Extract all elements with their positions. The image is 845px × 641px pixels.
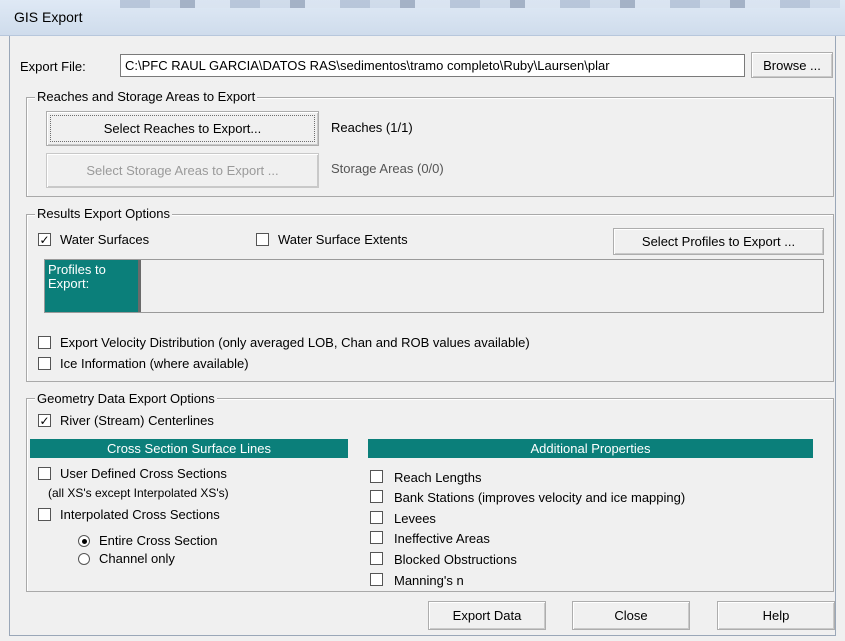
export-file-input[interactable]: C:\PFC RAUL GARCIA\DATOS RAS\sedimentos\…	[120, 54, 745, 77]
export-velocity-checkbox[interactable]	[38, 336, 51, 349]
levees-label: Levees	[394, 511, 436, 526]
check-icon: ✓	[39, 413, 50, 428]
levees-checkbox[interactable]	[370, 511, 383, 524]
reaches-group-legend: Reaches and Storage Areas to Export	[35, 89, 258, 104]
user-defined-xs-label: User Defined Cross Sections	[60, 466, 227, 481]
help-button[interactable]: Help	[717, 601, 835, 630]
entire-cross-section-label: Entire Cross Section	[99, 533, 218, 548]
select-profiles-button[interactable]: Select Profiles to Export ...	[613, 228, 824, 255]
channel-only-radio[interactable]	[78, 553, 90, 565]
additional-properties-header: Additional Properties	[368, 439, 813, 458]
select-storage-areas-button[interactable]: Select Storage Areas to Export ...	[46, 153, 319, 188]
ice-information-label: Ice Information (where available)	[60, 356, 249, 371]
export-file-label: Export File:	[20, 59, 86, 74]
cross-section-header: Cross Section Surface Lines	[30, 439, 348, 458]
user-defined-xs-sublabel: (all XS's except Interpolated XS's)	[48, 486, 229, 500]
export-velocity-label: Export Velocity Distribution (only avera…	[60, 335, 530, 350]
mannings-n-label: Manning's n	[394, 573, 464, 588]
water-surface-extents-checkbox[interactable]	[256, 233, 269, 246]
bank-stations-checkbox[interactable]	[370, 490, 383, 503]
export-data-button[interactable]: Export Data	[428, 601, 546, 630]
storage-areas-status: Storage Areas (0/0)	[331, 161, 444, 176]
results-group-legend: Results Export Options	[35, 206, 172, 221]
user-defined-xs-checkbox[interactable]	[38, 467, 51, 480]
ineffective-areas-checkbox[interactable]	[370, 531, 383, 544]
water-surfaces-label: Water Surfaces	[60, 232, 150, 247]
background-window-strip	[120, 0, 840, 8]
ineffective-areas-label: Ineffective Areas	[394, 531, 490, 546]
geometry-group-legend: Geometry Data Export Options	[35, 391, 217, 406]
centerlines-checkbox[interactable]: ✓	[38, 414, 51, 427]
window-title: GIS Export	[14, 9, 83, 25]
blocked-obstructions-checkbox[interactable]	[370, 552, 383, 565]
channel-only-label: Channel only	[99, 551, 175, 566]
water-surfaces-checkbox[interactable]: ✓	[38, 233, 51, 246]
profiles-to-export-label: Profiles to Export:	[45, 260, 141, 312]
close-button[interactable]: Close	[572, 601, 690, 630]
reach-lengths-label: Reach Lengths	[394, 470, 482, 485]
reaches-status: Reaches (1/1)	[331, 120, 413, 135]
ice-information-checkbox[interactable]	[38, 357, 51, 370]
mannings-n-checkbox[interactable]	[370, 573, 383, 586]
centerlines-label: River (Stream) Centerlines	[60, 413, 214, 428]
browse-button[interactable]: Browse ...	[751, 52, 833, 78]
profiles-list[interactable]	[44, 259, 824, 313]
blocked-obstructions-label: Blocked Obstructions	[394, 552, 517, 567]
water-surface-extents-label: Water Surface Extents	[278, 232, 408, 247]
reach-lengths-checkbox[interactable]	[370, 470, 383, 483]
select-reaches-button[interactable]: Select Reaches to Export...	[46, 111, 319, 146]
entire-cross-section-radio[interactable]	[78, 535, 90, 547]
radio-dot	[81, 538, 87, 544]
interpolated-xs-label: Interpolated Cross Sections	[60, 507, 220, 522]
interpolated-xs-checkbox[interactable]	[38, 508, 51, 521]
check-icon: ✓	[39, 232, 50, 247]
select-reaches-button-label: Select Reaches to Export...	[103, 121, 262, 136]
bank-stations-label: Bank Stations (improves velocity and ice…	[394, 490, 686, 505]
